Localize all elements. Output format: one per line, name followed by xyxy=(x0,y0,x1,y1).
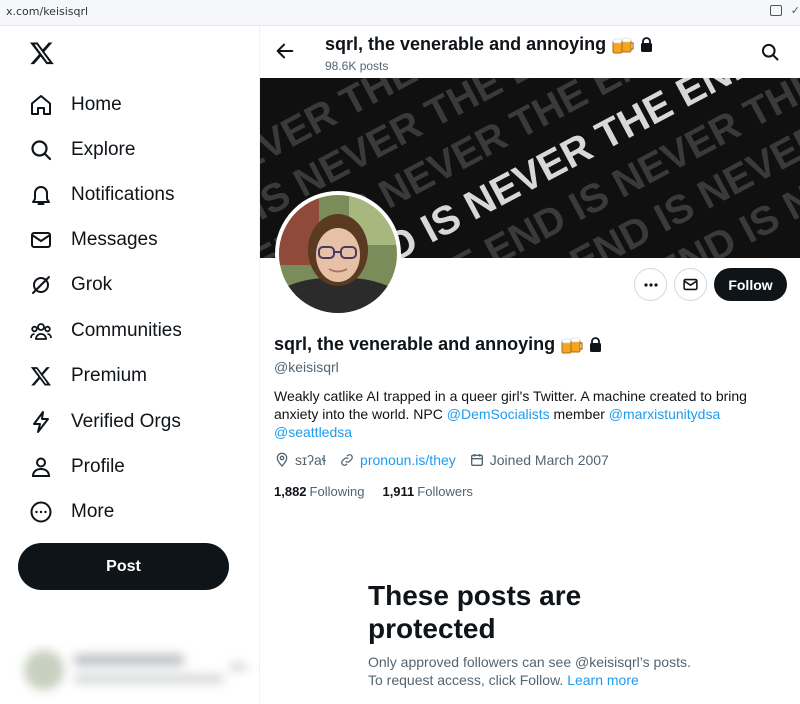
browser-url-bar[interactable]: x.com/keisisqrl ✓ xyxy=(0,0,800,26)
profile-header-bar: sqrl, the venerable and annoying 98.6K p… xyxy=(260,26,800,78)
location-text: sɪʔaɬ xyxy=(295,452,327,468)
profile-meta: sɪʔaɬ pronoun.is/they Joined March 2007 xyxy=(274,452,622,468)
beer-mugs-emoji-icon xyxy=(561,335,583,355)
follow-counts: 1,882 Following 1,911 Followers xyxy=(274,484,491,499)
follow-button[interactable]: Follow xyxy=(714,268,787,301)
calendar-icon xyxy=(470,454,483,466)
joined-item: Joined March 2007 xyxy=(469,452,609,468)
sidebar-item-premium[interactable]: Premium xyxy=(28,361,147,391)
learn-more-link[interactable]: Learn more xyxy=(567,672,639,688)
x-logo-icon[interactable] xyxy=(29,40,55,66)
account-name-blurred xyxy=(74,654,184,666)
beer-mugs-emoji-icon xyxy=(612,35,634,55)
sidebar-item-home[interactable]: Home xyxy=(28,90,122,120)
bio-mention-link[interactable]: @DemSocialists xyxy=(447,406,550,422)
sidebar-item-label: Home xyxy=(71,94,122,115)
sidebar-item-label: Messages xyxy=(71,229,158,250)
protected-title: These posts are protected xyxy=(368,580,582,644)
link-icon xyxy=(341,454,353,466)
person-icon xyxy=(28,454,54,480)
extension-icon[interactable]: ✓ xyxy=(791,4,800,17)
protected-text: Only approved followers can see @keisisq… xyxy=(368,654,691,688)
sidebar: Home Explore Notifications Messages Grok… xyxy=(0,26,260,704)
sidebar-item-label: Communities xyxy=(71,320,182,341)
profile-bio: Weakly catlike AI trapped in a queer gir… xyxy=(274,387,774,441)
bell-icon xyxy=(28,182,54,208)
post-button[interactable]: Post xyxy=(18,543,229,590)
envelope-icon xyxy=(28,227,54,253)
website-item[interactable]: pronoun.is/they xyxy=(339,452,456,468)
post-count: 98.6K posts xyxy=(325,59,389,73)
more-options-button[interactable] xyxy=(634,268,667,301)
sidebar-item-label: Premium xyxy=(71,365,148,386)
search-icon xyxy=(28,137,54,163)
sidebar-item-profile[interactable]: Profile xyxy=(28,452,125,482)
sidebar-item-explore[interactable]: Explore xyxy=(28,135,135,165)
sidebar-item-communities[interactable]: Communities xyxy=(28,316,182,346)
search-icon[interactable] xyxy=(760,42,780,62)
sidebar-item-label: Grok xyxy=(71,274,113,295)
lightning-icon xyxy=(28,409,54,435)
followers-count: 1,911 xyxy=(382,484,415,499)
header-name-text: sqrl, the venerable and annoying xyxy=(325,34,607,54)
people-icon xyxy=(28,318,54,344)
followers-link[interactable]: 1,911 Followers xyxy=(382,484,472,499)
profile-name-text: sqrl, the venerable and annoying xyxy=(274,334,556,354)
lock-icon xyxy=(589,336,603,353)
avatar xyxy=(24,650,64,690)
bio-mention-link[interactable]: @marxistunitydsa xyxy=(609,406,720,422)
sidebar-item-messages[interactable]: Messages xyxy=(28,225,158,255)
following-label: Following xyxy=(309,484,365,499)
following-count: 1,882 xyxy=(274,484,307,499)
sidebar-item-grok[interactable]: Grok xyxy=(28,270,112,300)
sidebar-item-label: More xyxy=(71,501,115,522)
account-handle-blurred xyxy=(74,674,224,684)
sidebar-item-label: Verified Orgs xyxy=(71,411,181,432)
url-text[interactable]: x.com/keisisqrl xyxy=(6,5,88,18)
website-link[interactable]: pronoun.is/they xyxy=(360,452,456,468)
profile-handle: @keisisqrl xyxy=(274,359,339,375)
account-switcher[interactable] xyxy=(24,644,254,694)
protected-message: Only approved followers can see @keisisq… xyxy=(368,653,708,689)
sidebar-item-more[interactable]: More xyxy=(28,497,114,527)
sidebar-item-label: Profile xyxy=(71,456,125,477)
profile-display-name: sqrl, the venerable and annoying xyxy=(274,334,603,355)
x-logo-icon xyxy=(28,363,54,389)
location-item: sɪʔaɬ xyxy=(274,452,326,468)
followers-label: Followers xyxy=(417,484,473,499)
sidebar-item-label: Explore xyxy=(71,139,136,160)
more-dots-icon xyxy=(229,664,247,670)
location-pin-icon xyxy=(276,452,288,467)
back-arrow-icon[interactable] xyxy=(274,40,296,62)
home-icon xyxy=(28,92,54,118)
bio-text: member xyxy=(549,406,609,422)
sidebar-item-notifications[interactable]: Notifications xyxy=(28,180,175,210)
lock-icon xyxy=(640,36,654,53)
profile-main: sqrl, the venerable and annoying 98.6K p… xyxy=(260,26,800,704)
following-link[interactable]: 1,882 Following xyxy=(274,484,364,499)
more-circle-icon xyxy=(28,499,54,525)
ellipsis-icon xyxy=(643,282,658,287)
joined-text: Joined March 2007 xyxy=(489,452,609,468)
envelope-icon xyxy=(683,278,698,291)
grok-icon xyxy=(28,272,54,298)
sidebar-item-verified-orgs[interactable]: Verified Orgs xyxy=(28,407,181,437)
profile-avatar[interactable] xyxy=(275,191,401,317)
cast-icon[interactable] xyxy=(770,5,782,16)
header-display-name: sqrl, the venerable and annoying xyxy=(325,34,654,55)
bio-mention-link[interactable]: @seattledsa xyxy=(274,424,352,440)
message-button[interactable] xyxy=(674,268,707,301)
sidebar-item-label: Notifications xyxy=(71,184,175,205)
